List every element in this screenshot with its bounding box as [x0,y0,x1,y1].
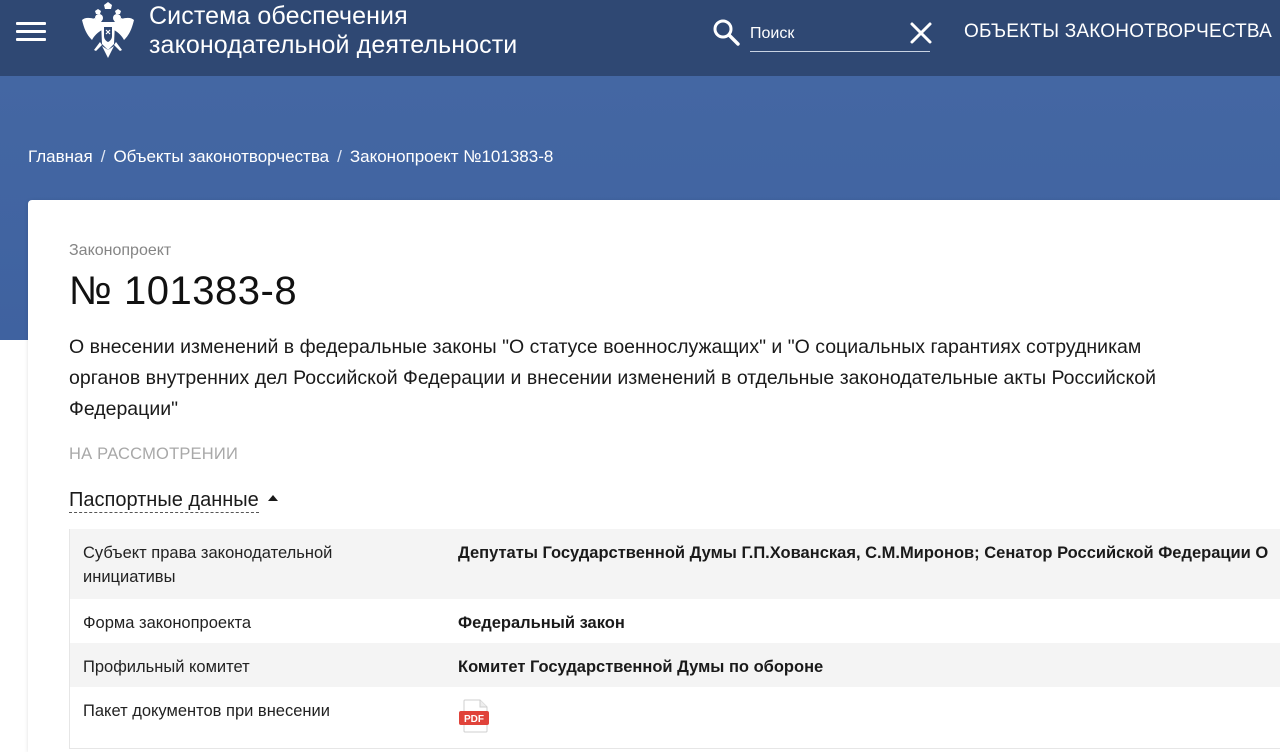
breadcrumb: Главная / Объекты законотворчества / Законоп… [28,146,553,168]
breadcrumb-separator: / [100,147,106,166]
passport-row-initiator: Субъект права законодательной инициативы… [70,529,1280,599]
site-title-line2: законодательной деятельности [149,31,518,59]
hamburger-menu-icon[interactable] [16,22,46,42]
bill-status: НА РАССМОТРЕНИИ [69,445,238,463]
breadcrumb-home[interactable]: Главная [28,147,93,166]
passport-table: Субъект права законодательной инициативы… [69,529,1280,749]
bill-card: Законопроект № 101383-8 О внесении измен… [28,200,1280,752]
passport-row-documents: Пакет документов при внесении PDF [70,687,1280,748]
passport-row-form: Форма законопроекта Федеральный закон [70,599,1280,643]
bill-description: О внесении изменений в федеральные закон… [69,336,1157,420]
breadcrumb-objects[interactable]: Объекты законотворчества [113,147,329,166]
passport-toggle[interactable]: Паспортные данные [69,487,278,513]
passport-row-label: Субъект права законодательной инициативы [83,544,333,586]
bill-type-label: Законопроект [69,242,172,259]
breadcrumb-separator: / [337,147,342,166]
caret-up-icon [267,495,278,501]
search-input[interactable] [750,16,930,52]
site-title-line1: Система обеспечения [149,2,408,30]
nav-objects-link[interactable]: ОБЪЕКТЫ ЗАКОНОТВОРЧЕСТВА [964,20,1272,44]
site-title[interactable]: Система обеспечения законодательной деят… [149,2,569,60]
passport-row-committee: Профильный комитет Комитет Государственн… [70,643,1280,687]
close-icon[interactable] [908,20,934,46]
passport-row-label: Форма законопроекта [83,614,252,632]
passport-row-value: Федеральный закон [458,614,625,632]
passport-row-value: Депутаты Государственной Думы Г.П.Хованс… [458,544,1269,562]
state-emblem-icon[interactable] [80,2,136,60]
passport-row-value[interactable]: Комитет Государственной Думы по обороне [458,655,1280,679]
passport-row-label: Пакет документов при внесении [83,702,330,720]
pdf-icon[interactable]: PDF [458,699,492,733]
search-icon[interactable] [712,18,740,46]
top-header: Система обеспечения законодательной деят… [0,0,1280,76]
passport-row-label: Профильный комитет [83,658,250,676]
breadcrumb-current[interactable]: Законопроект №101383-8 [350,147,553,166]
bill-number: № 101383-8 [69,269,298,313]
passport-toggle-label: Паспортные данные [69,489,259,513]
pdf-icon-label: PDF [464,714,484,725]
